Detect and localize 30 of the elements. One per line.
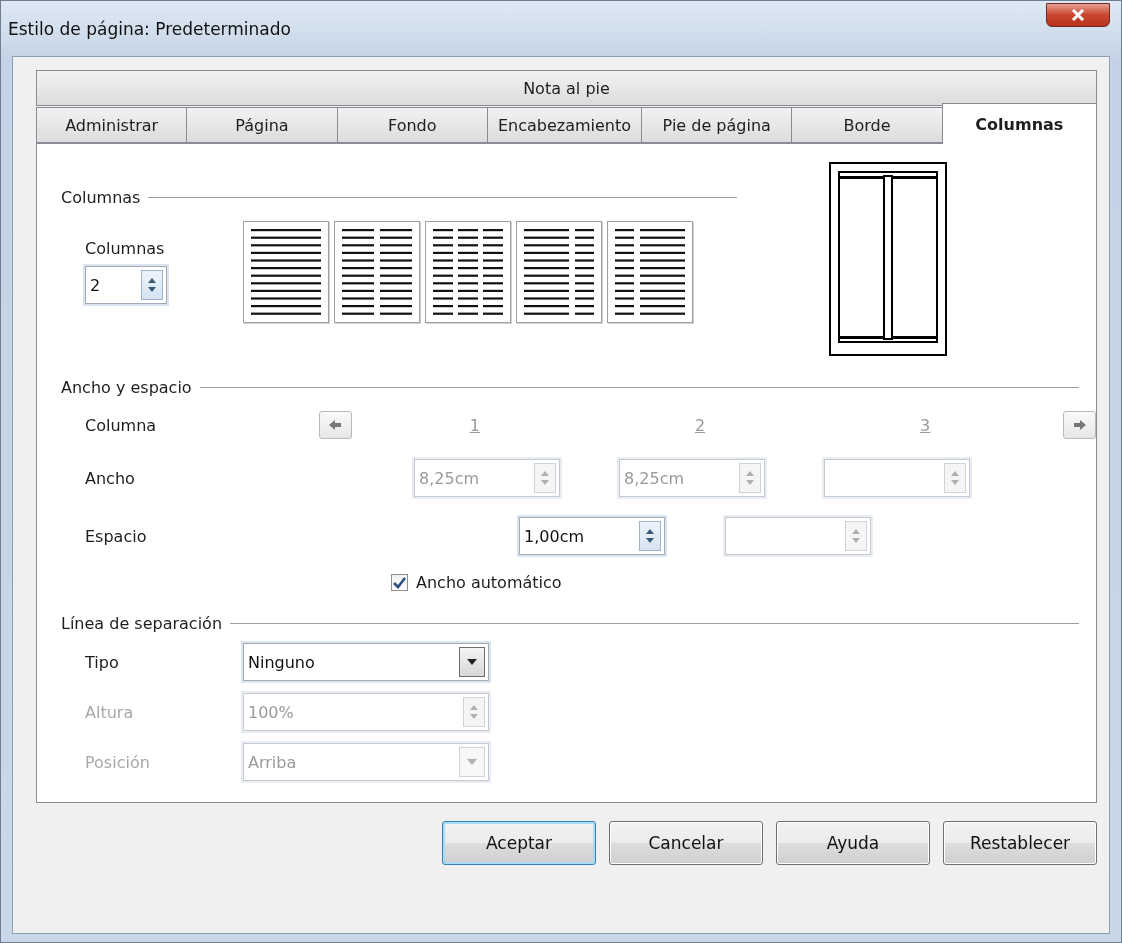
columns-spin-field[interactable]: 2 [85,266,167,304]
section-title: Ancho y espacio [61,378,192,397]
field-label: Columnas [85,239,166,258]
dialog-button[interactable]: Aceptar [442,821,596,865]
field-label: Altura [85,702,135,722]
tab[interactable]: Fondo [336,107,488,143]
row-label: Ancho [85,468,136,488]
section-title: Línea de separación [61,614,222,633]
dialog-button[interactable]: Ayuda [776,821,930,865]
tab[interactable]: Administrar [36,107,188,143]
field-label: Posición [85,752,151,772]
section-title: Columnas [61,187,141,207]
column-number: 2 [694,415,706,435]
row-label: Espacio [85,526,148,546]
tab[interactable]: Encabezamiento [486,107,643,143]
window-title: Estilo de página: Predeterminado [8,18,291,39]
dropdown-field[interactable]: Ninguno [243,643,489,681]
field-label: Tipo [85,652,120,672]
tab[interactable]: Pie de página [641,107,793,143]
row-label: Columna [85,415,158,435]
column-number: 3 [920,415,931,435]
dialog-button[interactable]: Cancelar [609,821,763,865]
dialog-button[interactable]: Restablecer [943,821,1097,865]
tab[interactable]: Borde [791,107,943,143]
spacing-spin-field[interactable]: 1,00cm [519,517,665,555]
tab[interactable]: Página [186,107,338,143]
checkbox-label: Ancho automático [416,573,562,592]
column-number: 1 [469,415,480,435]
tab[interactable]: Columnas [941,103,1097,144]
tab[interactable]: Nota al pie [36,70,1097,106]
